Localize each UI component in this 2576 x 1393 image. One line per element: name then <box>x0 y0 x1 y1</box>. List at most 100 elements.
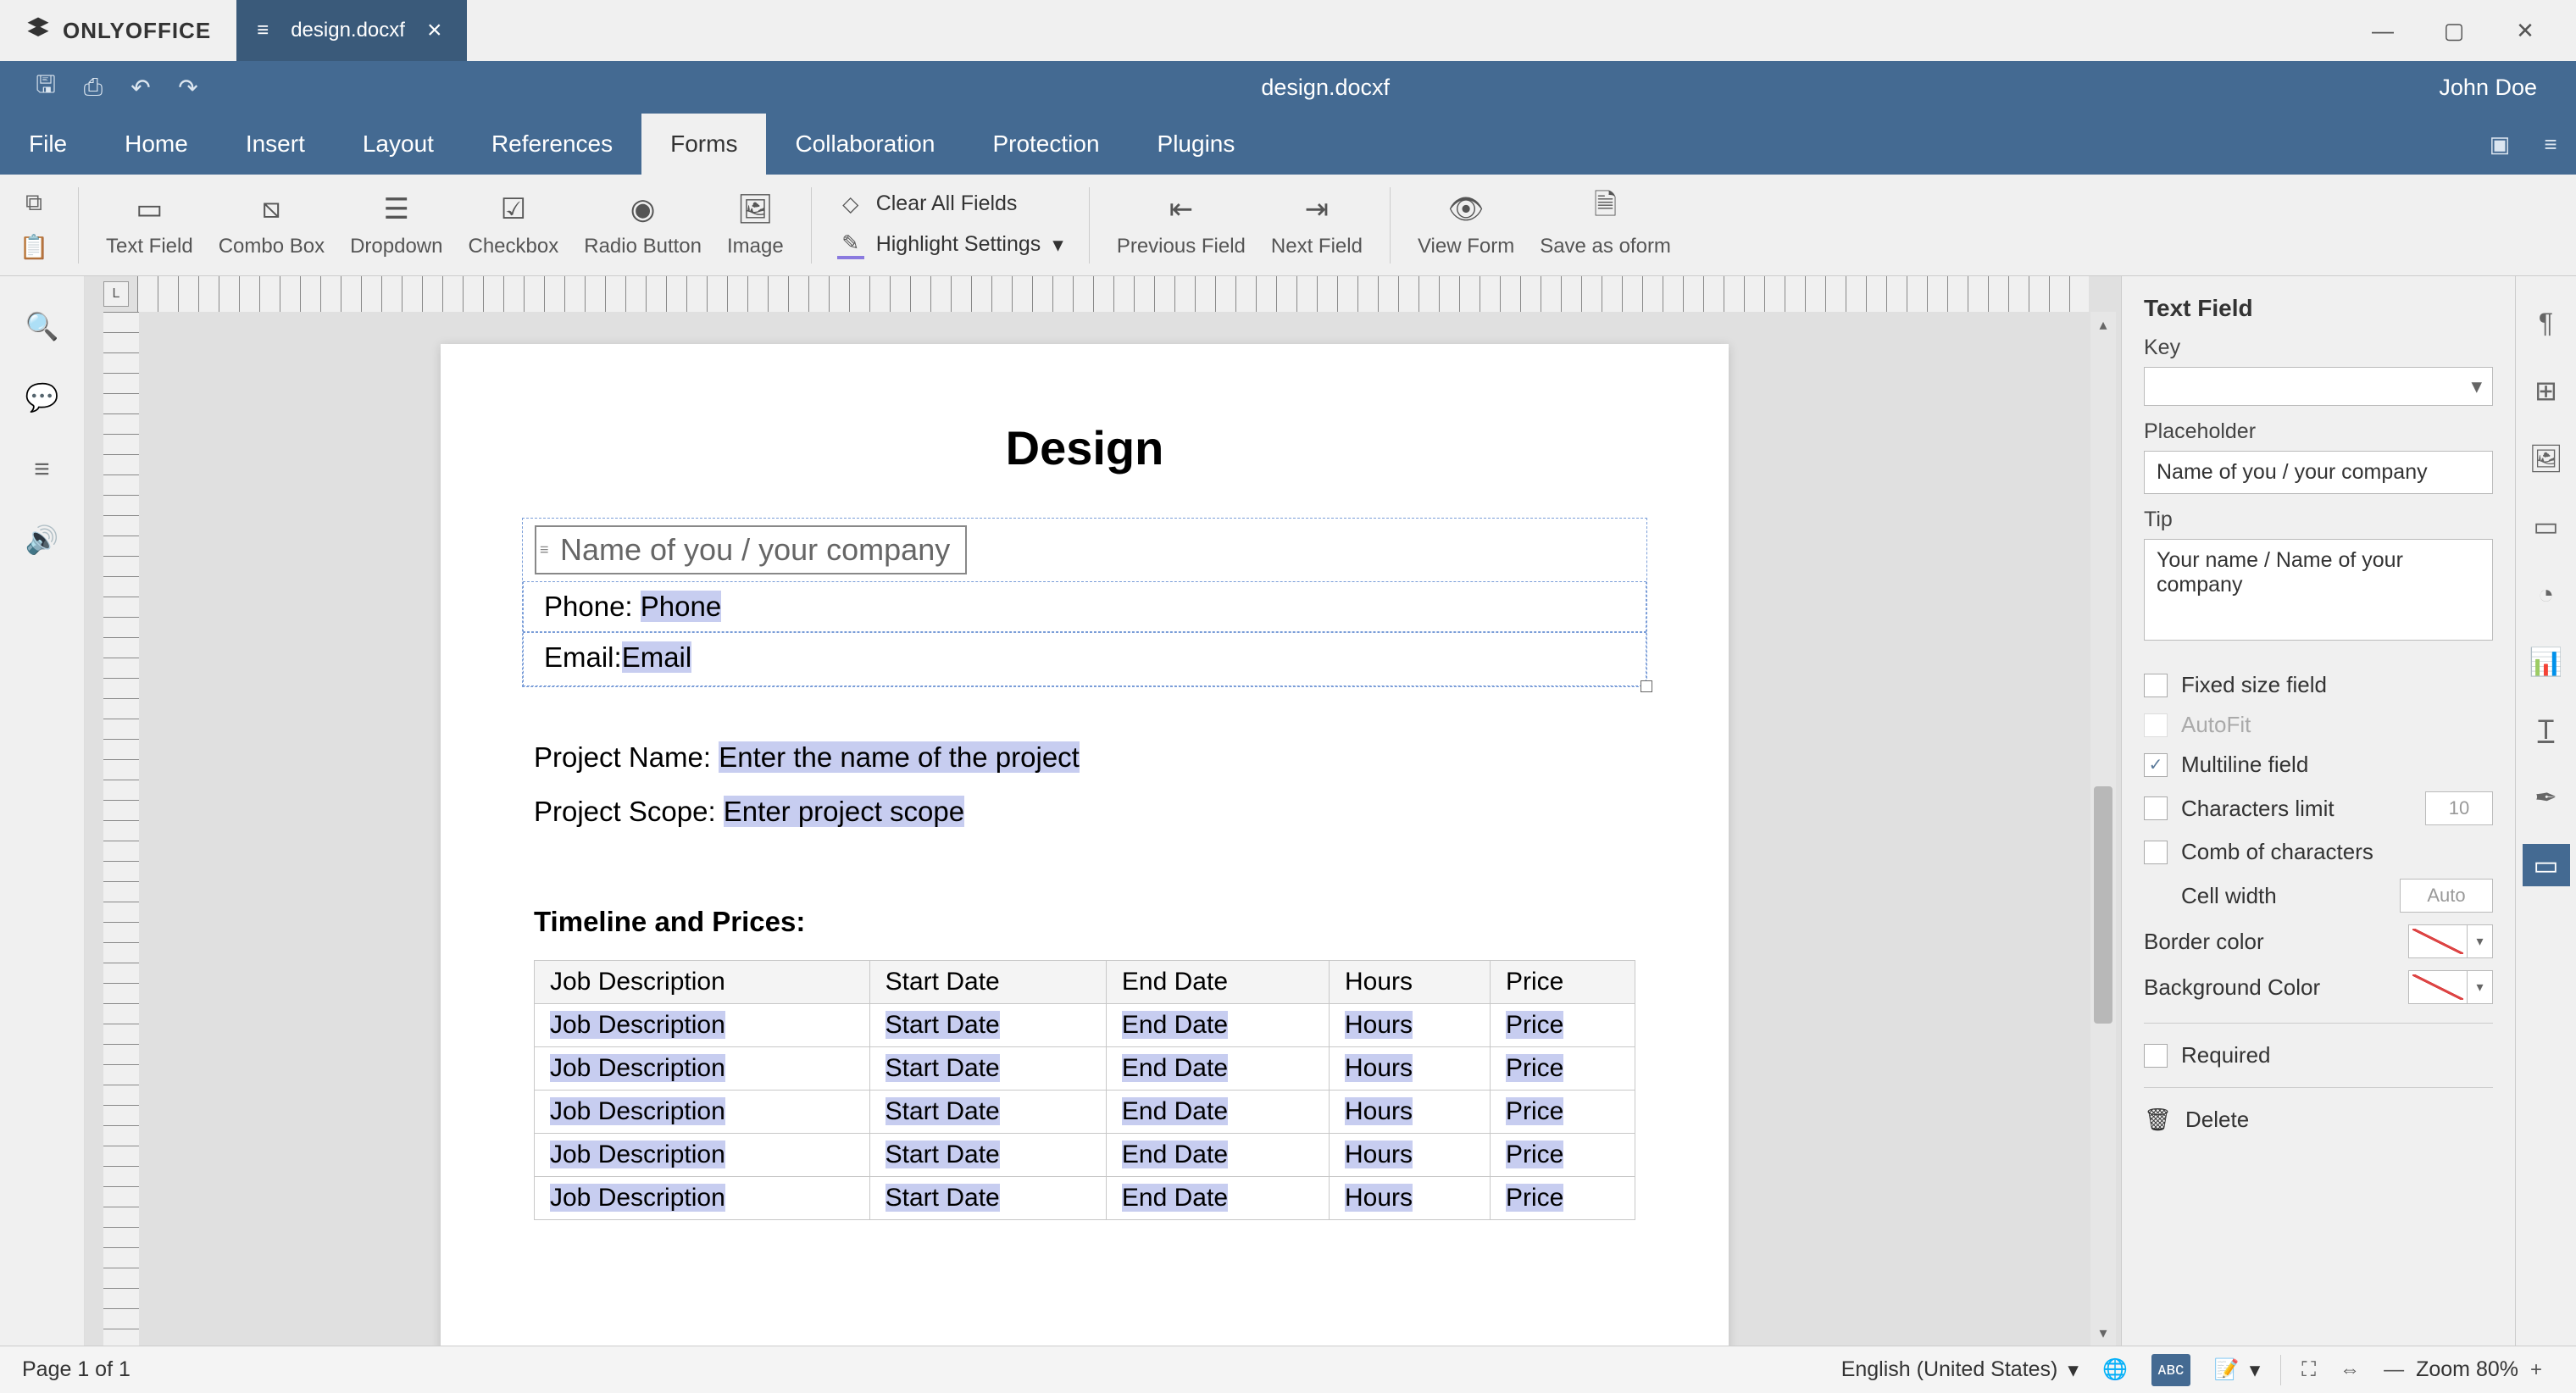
header-footer-icon[interactable]: ▭ <box>2525 505 2568 547</box>
feedback-icon[interactable]: 🔊 <box>21 519 64 561</box>
border-color-dropdown[interactable]: ▾ <box>2468 924 2493 958</box>
document-tab[interactable]: ≡ design.docxf × <box>236 0 467 61</box>
comments-icon[interactable]: 💬 <box>21 376 64 419</box>
menu-protection[interactable]: Protection <box>963 114 1128 175</box>
project-scope-field[interactable]: Enter project scope <box>724 796 964 827</box>
phone-field[interactable]: Phone <box>641 591 721 622</box>
table-cell[interactable]: Price <box>1490 1047 1635 1091</box>
maximize-button[interactable]: ▢ <box>2437 14 2471 47</box>
radio-button-button[interactable]: ◉ Radio Button <box>584 192 702 258</box>
close-tab-icon[interactable]: × <box>427 16 442 45</box>
zoom-in-button[interactable]: + <box>2518 1346 2554 1393</box>
table-cell[interactable]: Hours <box>1330 1091 1491 1134</box>
menu-plugins[interactable]: Plugins <box>1129 114 1264 175</box>
paste-icon[interactable]: 📋 <box>17 232 51 263</box>
table-cell[interactable]: Price <box>1490 1134 1635 1177</box>
print-icon[interactable]: ⎙ <box>69 69 117 106</box>
menu-file[interactable]: File <box>0 114 96 175</box>
fit-width-icon[interactable]: ⇔ <box>2328 1346 2372 1393</box>
table-cell[interactable]: Hours <box>1330 1134 1491 1177</box>
previous-field-button[interactable]: ⇤ Previous Field <box>1117 192 1246 258</box>
delete-field-button[interactable]: 🗑 Delete <box>2144 1107 2493 1133</box>
vertical-scrollbar[interactable]: ▴ ▾ <box>2090 312 2116 1346</box>
close-window-button[interactable]: ✕ <box>2508 14 2542 47</box>
table-cell[interactable]: Hours <box>1330 1004 1491 1047</box>
combo-box-button[interactable]: ⧅ Combo Box <box>219 192 325 258</box>
vertical-ruler[interactable] <box>103 312 139 1346</box>
tip-input[interactable] <box>2144 539 2493 641</box>
table-cell[interactable]: Start Date <box>869 1134 1106 1177</box>
save-as-oform-button[interactable]: 🗎 Save as oform <box>1540 192 1671 258</box>
ruler-origin[interactable]: L <box>103 281 129 307</box>
table-cell[interactable]: Hours <box>1330 1047 1491 1091</box>
redo-icon[interactable]: ↷ <box>164 69 212 106</box>
next-field-button[interactable]: ⇥ Next Field <box>1271 192 1363 258</box>
form-settings-icon[interactable]: ▭ <box>2523 844 2570 886</box>
page-indicator[interactable]: Page 1 of 1 <box>22 1357 130 1382</box>
spellcheck-icon[interactable]: ᴀʙᴄ <box>2140 1346 2202 1393</box>
image-button[interactable]: 🖼 Image <box>727 192 784 258</box>
required-checkbox[interactable]: Required <box>2144 1042 2493 1068</box>
text-field-button[interactable]: ▭ Text Field <box>106 192 193 258</box>
canvas[interactable]: L Your name / Name of your company ✥ Des… <box>85 276 2121 1346</box>
user-name[interactable]: John Doe <box>2439 75 2554 101</box>
open-location-icon[interactable]: ▣ <box>2474 114 2525 175</box>
table-cell[interactable]: Job Description <box>535 1004 870 1047</box>
fixed-size-checkbox[interactable]: Fixed size field <box>2144 672 2493 698</box>
company-name-field[interactable]: Name of you / your company <box>535 525 967 574</box>
headings-icon[interactable]: ≡ <box>21 447 64 490</box>
zoom-out-button[interactable]: — <box>2372 1346 2416 1393</box>
textart-settings-icon[interactable]: T <box>2525 708 2568 751</box>
table-settings-icon[interactable]: ⊞ <box>2525 369 2568 412</box>
signature-settings-icon[interactable]: ✒ <box>2525 776 2568 819</box>
menu-collaboration[interactable]: Collaboration <box>766 114 963 175</box>
border-color-swatch[interactable] <box>2408 924 2468 958</box>
table-cell[interactable]: Start Date <box>869 1004 1106 1047</box>
table-cell[interactable]: End Date <box>1106 1177 1329 1220</box>
scroll-up-icon[interactable]: ▴ <box>2090 312 2116 337</box>
table-cell[interactable]: Start Date <box>869 1091 1106 1134</box>
char-limit-spinner[interactable]: 10 <box>2425 791 2493 825</box>
copy-icon[interactable]: ⧉ <box>17 188 51 219</box>
doc-language-icon[interactable]: 🌐 <box>2090 1346 2140 1393</box>
view-settings-icon[interactable]: ≡ <box>2525 114 2576 175</box>
placeholder-input[interactable] <box>2144 451 2493 494</box>
shape-settings-icon[interactable]: ◔ <box>2525 573 2568 615</box>
chart-settings-icon[interactable]: 📊 <box>2525 641 2568 683</box>
image-settings-icon[interactable]: 🖼 <box>2525 437 2568 480</box>
cell-width-spinner[interactable]: Auto <box>2400 879 2493 913</box>
comb-checkbox[interactable]: Comb of characters <box>2144 839 2493 865</box>
table-cell[interactable]: End Date <box>1106 1004 1329 1047</box>
menu-layout[interactable]: Layout <box>334 114 463 175</box>
table-cell[interactable]: Price <box>1490 1177 1635 1220</box>
menu-insert[interactable]: Insert <box>217 114 334 175</box>
table-cell[interactable]: Start Date <box>869 1047 1106 1091</box>
track-changes-icon[interactable]: 📝▾ <box>2202 1346 2272 1393</box>
zoom-level[interactable]: Zoom 80% <box>2416 1357 2518 1382</box>
menu-references[interactable]: References <box>463 114 641 175</box>
bg-color-dropdown[interactable]: ▾ <box>2468 970 2493 1004</box>
clear-all-fields-button[interactable]: ◇ Clear All Fields <box>837 191 1063 217</box>
view-form-button[interactable]: 👁 View Form <box>1418 192 1514 258</box>
resize-handle[interactable] <box>1641 680 1652 692</box>
bg-color-swatch[interactable] <box>2408 970 2468 1004</box>
table-cell[interactable]: End Date <box>1106 1047 1329 1091</box>
project-name-field[interactable]: Enter the name of the project <box>719 741 1080 773</box>
table-cell[interactable]: Job Description <box>535 1091 870 1134</box>
search-icon[interactable]: 🔍 <box>21 305 64 347</box>
email-field[interactable]: Email <box>622 641 692 673</box>
table-cell[interactable]: Hours <box>1330 1177 1491 1220</box>
table-cell[interactable]: Job Description <box>535 1047 870 1091</box>
horizontal-ruler[interactable] <box>137 276 2089 312</box>
table-cell[interactable]: Price <box>1490 1091 1635 1134</box>
char-limit-checkbox[interactable]: Characters limit <box>2144 796 2334 822</box>
scroll-thumb[interactable] <box>2094 786 2112 1024</box>
table-cell[interactable]: Job Description <box>535 1134 870 1177</box>
language-selector[interactable]: English (United States) ▾ <box>1829 1346 2090 1393</box>
table-cell[interactable]: Start Date <box>869 1177 1106 1220</box>
menu-home[interactable]: Home <box>96 114 217 175</box>
minimize-button[interactable]: — <box>2366 14 2400 47</box>
table-cell[interactable]: Job Description <box>535 1177 870 1220</box>
table-cell[interactable]: End Date <box>1106 1134 1329 1177</box>
paragraph-settings-icon[interactable]: ¶ <box>2525 302 2568 344</box>
